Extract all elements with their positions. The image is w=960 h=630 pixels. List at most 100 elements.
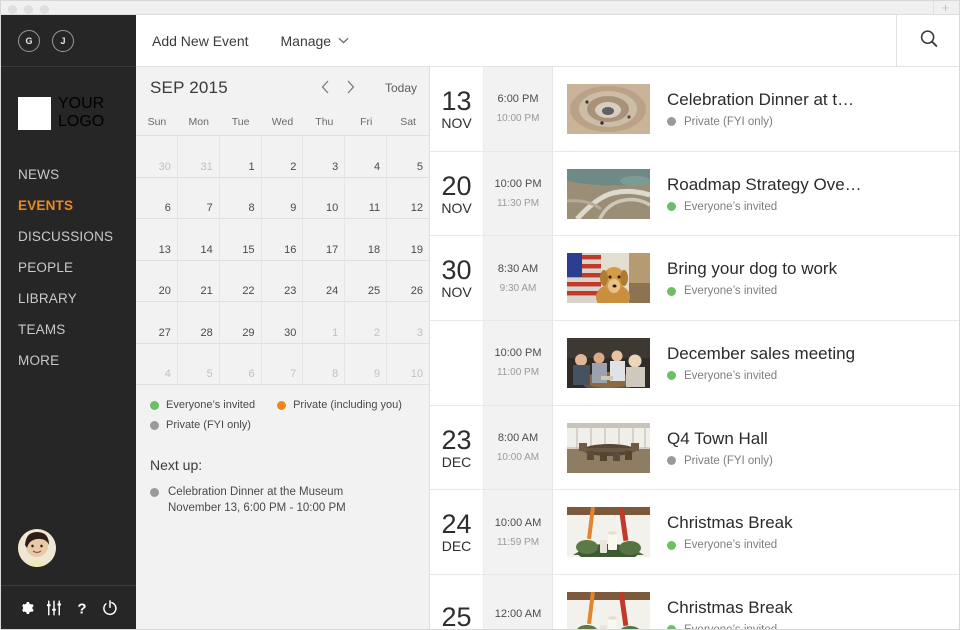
calendar-day-cell[interactable]: 9: [345, 343, 388, 385]
event-status-dot: [667, 625, 676, 630]
event-row[interactable]: 20 NOV 10:00 PM 11:30 PM Roadmap Strategy Ov…: [430, 151, 960, 237]
search-button[interactable]: [896, 15, 960, 67]
calendar-day-cell[interactable]: 13: [136, 219, 178, 261]
close-button[interactable]: [8, 5, 17, 14]
account-g-avatar[interactable]: G: [18, 29, 40, 52]
today-button[interactable]: Today: [385, 81, 417, 95]
calendar-day-number: 29: [242, 326, 255, 339]
calendar-day-cell[interactable]: 10: [303, 177, 346, 219]
calendar-day-cell[interactable]: 6: [219, 343, 262, 385]
event-date: 13 NOV: [430, 67, 484, 151]
legend-row-1: Everyone’s invited Private (including yo…: [150, 399, 429, 411]
calendar-day-number: 20: [158, 285, 171, 297]
sidebar-item-discussions[interactable]: DISCUSSIONS: [0, 221, 136, 252]
next-up-item[interactable]: Celebration Dinner at the Museum Novembe…: [150, 484, 429, 516]
calendar-day-cell[interactable]: 16: [261, 219, 304, 261]
event-month: NOV: [441, 114, 472, 131]
calendar-day-cell[interactable]: 2: [261, 136, 304, 178]
calendar-day-cell[interactable]: 25: [345, 260, 388, 302]
sidebar-item-teams[interactable]: TEAMS: [0, 314, 136, 345]
calendar-day-cell[interactable]: 31: [177, 136, 220, 178]
calendar-day-cell[interactable]: 7: [177, 177, 220, 219]
calendar-day-cell[interactable]: 4: [136, 343, 178, 385]
event-date: 25: [430, 575, 484, 630]
calendar-day-number: 28: [200, 326, 213, 339]
calendar-day-cell[interactable]: 18: [345, 219, 388, 261]
calendar-day-cell[interactable]: 6: [136, 177, 178, 219]
minimize-button[interactable]: [24, 5, 33, 14]
user-avatar[interactable]: [18, 529, 56, 567]
calendar-day-cell[interactable]: 5: [387, 136, 429, 178]
calendar-day-cell[interactable]: 1: [303, 302, 346, 344]
event-status-label: Everyone’s invited: [684, 285, 778, 298]
new-tab-button[interactable]: +: [933, 1, 957, 15]
calendar-day-cell[interactable]: 8: [303, 343, 346, 385]
calendar-day-cell[interactable]: 3: [387, 302, 429, 344]
manage-menu[interactable]: Manage: [281, 33, 350, 49]
event-row[interactable]: 23 DEC 8:00 AM 10:00 AM Q4 Town Hall Private …: [430, 405, 960, 491]
next-month-button[interactable]: [346, 80, 355, 97]
calendar-day-number: 16: [284, 243, 297, 256]
events-list[interactable]: 13 NOV 6:00 PM 10:00 PM Celebration Dinner a…: [430, 67, 960, 630]
sliders-icon[interactable]: [45, 599, 63, 617]
calendar-day-cell[interactable]: 20: [136, 260, 178, 302]
event-row[interactable]: 25 12:00 AM Christmas Break Everyone’s invi…: [430, 575, 960, 630]
calendar-day-cell[interactable]: 28: [177, 302, 220, 344]
next-up-when: November 13, 6:00 PM - 10:00 PM: [168, 502, 346, 514]
event-times: 10:00 PM 11:30 PM: [484, 151, 553, 236]
calendar-day-cell[interactable]: 15: [219, 219, 262, 261]
gear-icon[interactable]: [17, 599, 35, 617]
help-icon[interactable]: ?: [73, 599, 91, 617]
calendar-day-cell[interactable]: 7: [261, 343, 304, 385]
sidebar-item-people[interactable]: PEOPLE: [0, 252, 136, 283]
calendar-day-cell[interactable]: 30: [261, 302, 304, 344]
calendar-day-cell[interactable]: 5: [177, 343, 220, 385]
calendar-day-cell[interactable]: 22: [219, 260, 262, 302]
calendar-day-cell[interactable]: 30: [136, 136, 178, 178]
event-thumbnail: [567, 422, 650, 473]
event-row[interactable]: 30 NOV 8:30 AM 9:30 AM Bring your dog to wor…: [430, 236, 960, 322]
add-new-event-button[interactable]: Add New Event: [152, 33, 249, 49]
calendar-day-cell[interactable]: 8: [219, 177, 262, 219]
event-row[interactable]: 24 DEC 10:00 AM 11:59 PM Christmas Break Ever…: [430, 490, 960, 576]
calendar-day-number: 26: [410, 285, 423, 297]
window-controls[interactable]: [8, 5, 49, 14]
calendar-day-cell[interactable]: 27: [136, 302, 178, 344]
calendar-day-cell[interactable]: 23: [261, 260, 304, 302]
calendar-day-cell[interactable]: 26: [387, 261, 429, 302]
maximize-button[interactable]: [40, 5, 49, 14]
calendar-day-cell[interactable]: 14: [177, 219, 220, 261]
calendar-day-cell[interactable]: 2: [345, 302, 388, 344]
calendar-day-cell[interactable]: 10: [387, 344, 429, 385]
next-up-details: Celebration Dinner at the Museum Novembe…: [168, 484, 346, 516]
sidebar-item-library[interactable]: LIBRARY: [0, 283, 136, 314]
calendar-day-cell[interactable]: 11: [345, 177, 388, 219]
calendar-day-cell[interactable]: 12: [387, 178, 429, 219]
calendar-day-cell[interactable]: 19: [387, 219, 429, 261]
event-body: Bring your dog to work Everyone’s invited: [553, 236, 960, 320]
event-row[interactable]: 13 NOV 6:00 PM 10:00 PM Celebration Dinner a…: [430, 67, 960, 152]
calendar-day-cell[interactable]: 4: [345, 136, 388, 178]
power-icon[interactable]: [101, 599, 119, 617]
calendar-day-cell[interactable]: 21: [177, 260, 220, 302]
event-status: Private (FYI only): [667, 455, 960, 467]
prev-month-button[interactable]: [321, 80, 330, 97]
calendar-day-cell[interactable]: 17: [303, 219, 346, 261]
sidebar-item-news[interactable]: NEWS: [0, 159, 136, 190]
calendar-day-cell[interactable]: 1: [219, 136, 262, 178]
calendar-day-number: 4: [164, 368, 171, 380]
event-start-time: 12:00 AM: [494, 607, 542, 620]
event-body: December sales meeting Everyone’s invited: [553, 321, 960, 405]
event-day: 30: [441, 255, 472, 286]
event-month: NOV: [441, 284, 472, 301]
calendar-day-cell[interactable]: 3: [303, 136, 346, 178]
legend-private-including-you: Private (including you): [277, 399, 402, 411]
sidebar-item-more[interactable]: MORE: [0, 345, 136, 376]
brand-logo: YOUR LOGO: [18, 95, 136, 131]
account-j-avatar[interactable]: J: [52, 29, 74, 52]
calendar-day-cell[interactable]: 29: [219, 302, 262, 344]
event-row[interactable]: 10:00 PM 11:00 PM December sales meeting Ev…: [430, 321, 960, 406]
calendar-day-cell[interactable]: 24: [303, 260, 346, 302]
calendar-day-cell[interactable]: 9: [261, 177, 304, 219]
sidebar-item-events[interactable]: EVENTS: [0, 190, 136, 221]
